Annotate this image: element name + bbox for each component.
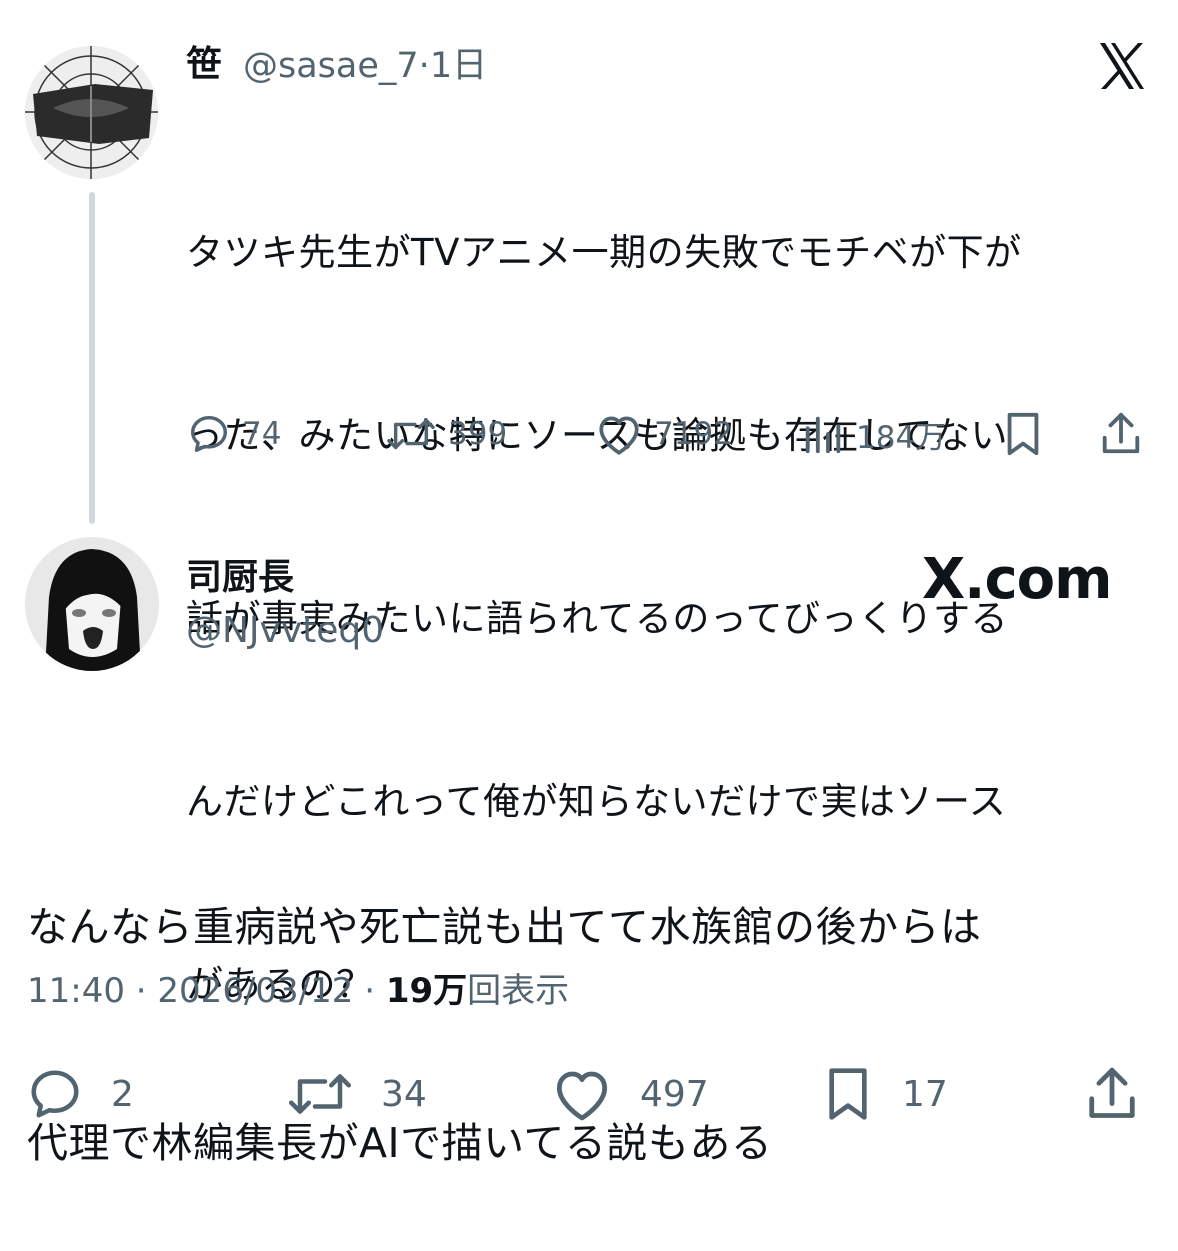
like-icon [556,1071,608,1121]
avatar-image-shichucho [25,537,159,671]
retweet-icon [289,1074,351,1114]
share-icon [1102,412,1140,454]
bookmark-icon [1007,412,1039,456]
reply-icon [190,415,228,453]
author-handle[interactable]: @sasae_7 [243,46,419,86]
tweet-actions: 2 34 497 17 [25,1062,1155,1126]
bookmark-count: 17 [902,1073,948,1115]
author-handle[interactable]: @NJvvteq0 [186,606,384,656]
bookmark-button[interactable]: 17 [820,1062,948,1126]
tweet-text-line: なんなら重病説や死亡説も出てて水族館の後からは [27,903,982,951]
avatar-image-sasae [25,46,158,179]
tweet-time[interactable]: 11:40 [27,971,125,1011]
retweet-button[interactable]: 34 [285,1062,427,1126]
share-icon [1089,1067,1135,1118]
retweet-count: 34 [381,1073,427,1115]
author-handle-time[interactable]: @sasae_7·1日 [243,42,487,90]
tweet-meta: 11:40 · 2026/03/12 · 19万回表示 [27,966,569,1016]
views-icon [805,416,841,454]
tweet-text-line: タツキ先生がTVアニメ一期の失敗でモチベが下が [186,231,1022,274]
avatar[interactable] [25,46,158,179]
views-label: 回表示 [467,971,570,1011]
share-button[interactable] [1083,1062,1141,1126]
like-button[interactable]: 497 [550,1062,709,1126]
bookmark-button[interactable] [1000,406,1046,462]
share-button[interactable] [1098,406,1144,462]
like-count: 497 [640,1073,709,1115]
author-name[interactable]: 笹 [186,40,222,90]
views-button[interactable]: 184万 [800,406,946,462]
x-com-brand: X.com [922,547,1112,612]
bookmark-icon [829,1068,867,1120]
separator-dot: · [135,971,158,1011]
views-count: 184万 [856,419,947,456]
retweet-count: 399 [448,416,508,452]
tweet-time[interactable]: 1日 [430,46,487,86]
separator-dot: · [418,46,430,86]
x-logo-icon [1096,40,1148,92]
thread-line [89,192,95,524]
avatar[interactable] [25,537,159,671]
reply-count: 74 [242,416,282,452]
views-count: 19万 [385,971,468,1011]
retweet-button[interactable]: 399 [384,406,507,462]
separator-dot: · [364,971,386,1011]
like-button[interactable]: 7192 [594,406,733,462]
retweet-icon [387,418,435,450]
reply-icon [31,1070,79,1118]
tweet-actions: 74 399 7192 184万 [180,406,1155,462]
like-icon [599,416,639,455]
reply-count: 2 [111,1073,134,1115]
like-count: 7192 [654,416,733,452]
reply-button[interactable]: 74 [186,406,281,462]
tweet-date[interactable]: 2026/03/12 [157,971,353,1011]
reply-button[interactable]: 2 [25,1062,134,1126]
author-name[interactable]: 司厨長 [186,553,294,603]
